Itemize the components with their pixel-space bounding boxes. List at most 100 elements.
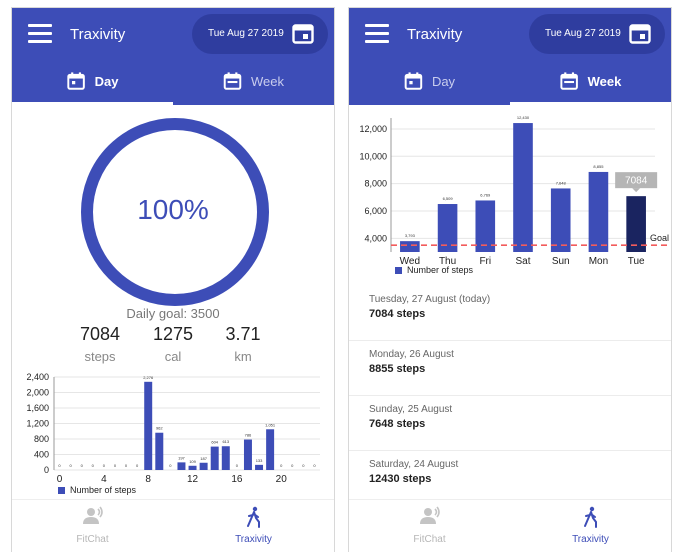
y-tick-label: 10,000 <box>359 151 387 161</box>
nav-fitchat[interactable]: FitChat <box>12 500 173 552</box>
calories-unit: cal <box>164 349 182 364</box>
list-item[interactable]: Tuesday, 27 August (today) 7084 steps <box>349 286 671 341</box>
bar <box>199 462 208 470</box>
tab-day[interactable]: Day <box>349 59 510 105</box>
date-text: Tue Aug 27 2019 <box>545 28 621 39</box>
bar-value-label: 0 <box>103 463 106 468</box>
x-tick-label: Sun <box>552 256 570 267</box>
list-item-steps: 12430 steps <box>369 473 432 485</box>
bar <box>210 446 219 470</box>
app-title: Traxivity <box>70 26 126 43</box>
y-tick-label: 800 <box>34 434 49 444</box>
week-chart-legend: Number of steps <box>395 265 473 275</box>
tab-indicator <box>12 102 173 105</box>
bar-value-label: 0 <box>302 463 305 468</box>
tab-day-label: Day <box>431 73 456 89</box>
tab-day[interactable]: Day <box>12 59 173 105</box>
day-chart-legend: Number of steps <box>58 485 136 495</box>
y-tick-label: 8,000 <box>364 179 387 189</box>
day-screen: Traxivity Tue Aug 27 2019 Day Week 100% … <box>12 8 334 552</box>
calories-value: 1275 <box>152 324 194 344</box>
bar-value-label: 133 <box>256 458 263 463</box>
calendar-day-icon <box>404 72 422 90</box>
bar-value-label: 6,509 <box>443 196 454 201</box>
calendar-week-icon <box>559 72 578 90</box>
y-tick-label: 400 <box>34 450 49 460</box>
bar-value-label: 0 <box>136 463 139 468</box>
tooltip-value: 7084 <box>625 176 648 187</box>
x-tick-label: 4 <box>101 474 107 485</box>
y-tick-label: 12,000 <box>359 124 387 134</box>
x-tick-label: Mon <box>589 256 608 267</box>
daily-history-list: Tuesday, 27 August (today) 7084 steps Mo… <box>349 286 671 506</box>
bar <box>550 188 571 252</box>
stat-distance: 3.71 km <box>203 324 283 364</box>
nav-fitchat-label: FitChat <box>413 534 446 545</box>
bar <box>513 123 533 253</box>
y-tick-label: 0 <box>44 465 49 475</box>
list-item-steps: 7648 steps <box>369 418 426 430</box>
list-item[interactable]: Monday, 26 August 8855 steps <box>349 341 671 396</box>
tab-week[interactable]: Week <box>510 59 671 105</box>
app-bar: Traxivity Tue Aug 27 2019 <box>349 8 671 59</box>
walking-person-icon <box>246 506 260 528</box>
bar-value-label: 0 <box>236 463 239 468</box>
x-tick-label: 8 <box>145 474 151 485</box>
menu-icon[interactable] <box>365 24 389 43</box>
bar <box>266 429 275 470</box>
app-title: Traxivity <box>407 26 463 43</box>
y-tick-label: 4,000 <box>364 233 387 243</box>
bar-value-label: 0 <box>169 463 172 468</box>
x-tick-label: 12 <box>187 474 199 485</box>
bar-value-label: 7,648 <box>556 180 567 185</box>
nav-fitchat[interactable]: FitChat <box>349 500 510 552</box>
bar <box>475 200 496 252</box>
menu-icon[interactable] <box>28 24 52 43</box>
bar-value-label: 604 <box>211 440 218 445</box>
bottom-nav: FitChat Traxivity <box>12 499 334 552</box>
bar-value-label: 0 <box>58 463 61 468</box>
bar-value-label: 8,855 <box>593 164 604 169</box>
nav-traxivity[interactable]: Traxivity <box>173 500 334 552</box>
y-tick-label: 2,400 <box>26 372 49 382</box>
distance-value: 3.71 <box>225 324 261 344</box>
goal-label: Goal <box>650 233 669 243</box>
week-screen: Traxivity Tue Aug 27 2019 Day Week 4,000… <box>349 8 671 552</box>
bar-value-label: 0 <box>70 463 73 468</box>
nav-fitchat-label: FitChat <box>76 534 109 545</box>
x-tick-label: Sat <box>515 256 530 267</box>
bar-value-label: 0 <box>291 463 294 468</box>
date-picker-button[interactable]: Tue Aug 27 2019 <box>529 14 665 54</box>
calendar-icon <box>292 24 314 44</box>
nav-traxivity[interactable]: Traxivity <box>510 500 671 552</box>
y-tick-label: 2,000 <box>26 388 49 398</box>
date-picker-button[interactable]: Tue Aug 27 2019 <box>192 14 328 54</box>
bar <box>588 171 609 252</box>
legend-label: Number of steps <box>70 485 137 495</box>
legend-swatch <box>395 266 402 274</box>
date-text: Tue Aug 27 2019 <box>208 28 284 39</box>
bar <box>255 464 264 470</box>
bar-value-label: 109 <box>189 459 196 464</box>
stat-calories: 1275 cal <box>133 324 213 364</box>
bar-value-label: 0 <box>92 463 95 468</box>
calendar-week-icon <box>223 72 241 90</box>
bar-value-label: 0 <box>125 463 128 468</box>
bar-value-label: 197 <box>178 455 185 460</box>
x-tick-label: Fri <box>479 256 491 267</box>
bar <box>626 196 646 252</box>
list-item-steps: 7084 steps <box>369 308 426 320</box>
bar <box>221 446 230 470</box>
list-item[interactable]: Saturday, 24 August 12430 steps <box>349 451 671 506</box>
list-item-date: Sunday, 25 August <box>369 404 453 415</box>
tab-day-label: Day <box>94 73 119 89</box>
list-item[interactable]: Sunday, 25 August 7648 steps <box>349 396 671 451</box>
nav-traxivity-label: Traxivity <box>572 534 609 545</box>
chat-person-icon <box>82 506 103 524</box>
weekly-steps-chart: 4,0006,0008,00010,00012,0003,793Wed6,509… <box>359 115 669 267</box>
tooltip-arrow <box>632 188 641 193</box>
bar <box>144 381 153 470</box>
bar <box>243 439 252 470</box>
tab-week[interactable]: Week <box>173 59 334 105</box>
bar-value-label: 3,793 <box>405 233 416 238</box>
